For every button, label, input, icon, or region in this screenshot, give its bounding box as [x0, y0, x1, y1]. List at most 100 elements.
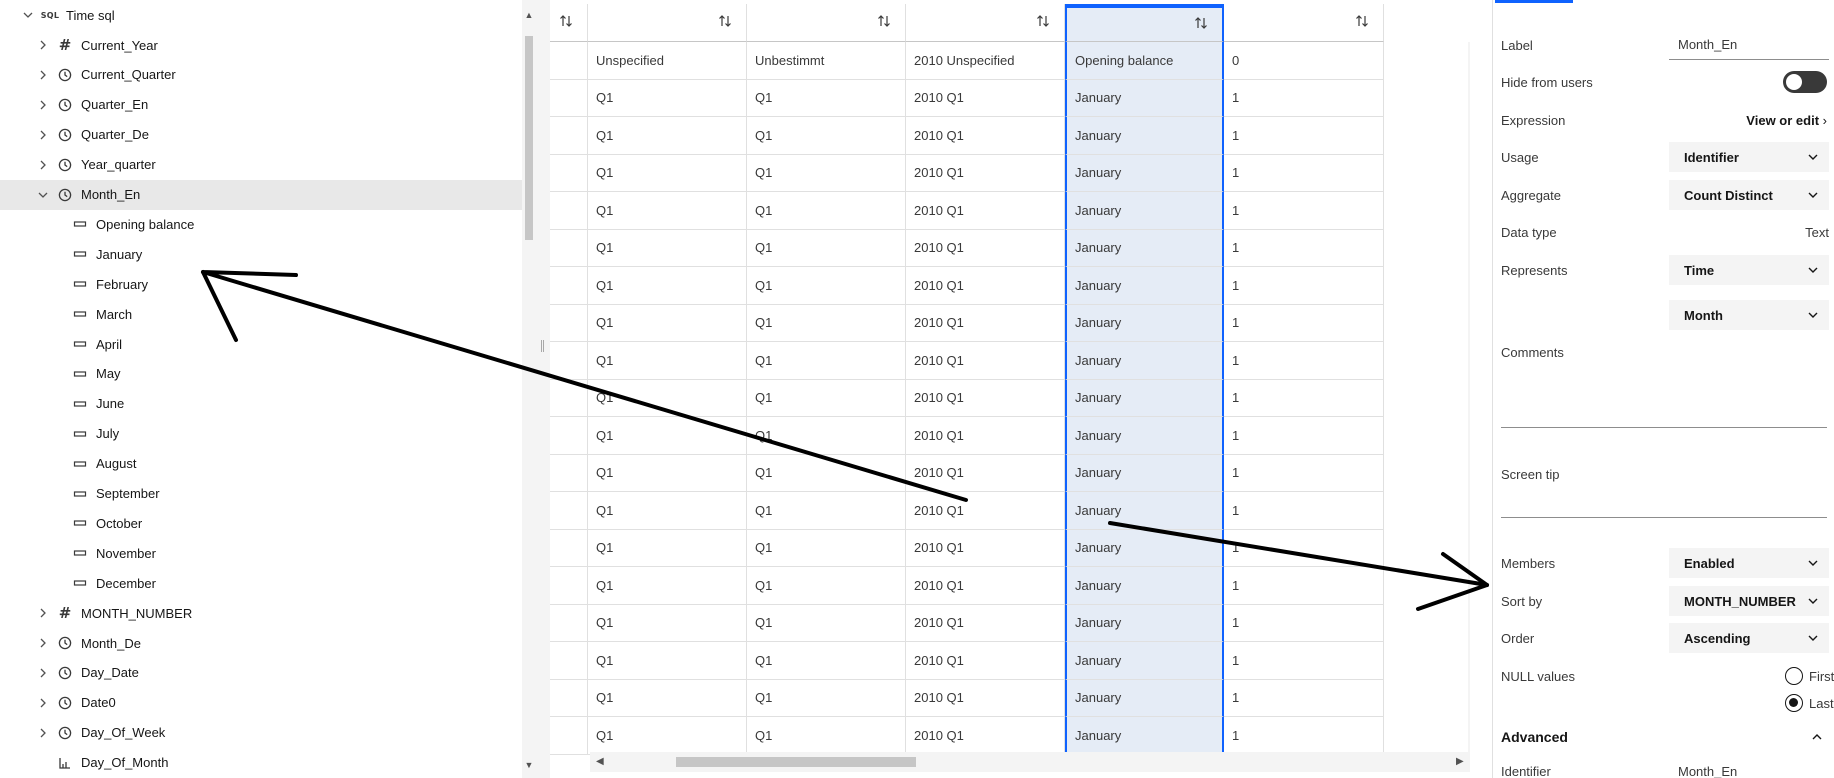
table-row[interactable]: Q1 Q1 2010 Q1 January 1	[550, 342, 1470, 380]
table-row[interactable]: Q1 Q1 2010 Q1 January 1	[550, 642, 1470, 680]
table-cell[interactable]: January	[1065, 717, 1224, 755]
table-cell[interactable]: 2010 Q1	[906, 679, 1065, 717]
nulls-first-radio[interactable]	[1785, 667, 1803, 685]
table-cell[interactable]: 2010 Q1	[906, 492, 1065, 530]
sort-icon[interactable]	[718, 14, 732, 31]
table-cell[interactable]: January	[1065, 117, 1224, 155]
column-header-3[interactable]	[906, 4, 1065, 42]
table-cell[interactable]: 1	[1224, 79, 1384, 117]
order-select[interactable]: Ascending	[1669, 623, 1829, 653]
table-cell[interactable]	[550, 492, 588, 530]
table-row[interactable]: Q1 Q1 2010 Q1 January 1	[550, 267, 1470, 305]
table-cell[interactable]: Q1	[588, 567, 747, 605]
members-select[interactable]: Enabled	[1669, 548, 1829, 578]
table-cell[interactable]: 2010 Q1	[906, 154, 1065, 192]
table-cell[interactable]: 2010 Q1	[906, 529, 1065, 567]
table-cell[interactable]: January	[1065, 229, 1224, 267]
splitter-grip-icon[interactable]	[541, 340, 544, 352]
table-cell[interactable]: 1	[1224, 267, 1384, 305]
table-cell[interactable]: January	[1065, 304, 1224, 342]
table-cell[interactable]: January	[1065, 454, 1224, 492]
table-cell[interactable]	[550, 304, 588, 342]
table-cell[interactable]: 1	[1224, 604, 1384, 642]
tree-item-day-date[interactable]: Day_Date	[0, 658, 522, 688]
table-cell[interactable]	[550, 79, 588, 117]
table-cell[interactable]: Q1	[588, 267, 747, 305]
table-cell[interactable]: Q1	[588, 679, 747, 717]
advanced-section-header[interactable]: Advanced	[1493, 722, 1834, 752]
table-cell[interactable]: 1	[1224, 154, 1384, 192]
table-cell[interactable]	[550, 679, 588, 717]
table-cell[interactable]: January	[1065, 267, 1224, 305]
table-row[interactable]: Q1 Q1 2010 Q1 January 1	[550, 492, 1470, 530]
table-cell[interactable]: 1	[1224, 679, 1384, 717]
tree-item-quarter-en[interactable]: Quarter_En	[0, 90, 522, 120]
chevron-right-icon[interactable]	[35, 725, 51, 741]
tree-item-year-quarter[interactable]: Year_quarter	[0, 150, 522, 180]
grid-vertical-scrollbar[interactable]	[1468, 42, 1470, 754]
table-cell[interactable]: 1	[1224, 454, 1384, 492]
label-input[interactable]: Month_En	[1669, 30, 1829, 60]
table-cell[interactable]: 1	[1224, 192, 1384, 230]
screentip-textarea[interactable]	[1501, 517, 1827, 518]
table-cell[interactable]: Q1	[747, 229, 906, 267]
table-row[interactable]: Q1 Q1 2010 Q1 January 1	[550, 679, 1470, 717]
tree-item-day-of-week[interactable]: Day_Of_Week	[0, 718, 522, 748]
table-cell[interactable]: 2010 Q1	[906, 604, 1065, 642]
sort-icon[interactable]	[559, 14, 573, 31]
column-header-1[interactable]	[588, 4, 747, 42]
table-cell[interactable]: Q1	[588, 154, 747, 192]
table-row[interactable]: Q1 Q1 2010 Q1 January 1	[550, 79, 1470, 117]
tree-member-april[interactable]: April	[0, 329, 522, 359]
scroll-right-arrow-icon[interactable]: ▶	[1456, 756, 1464, 767]
table-cell[interactable]: 1	[1224, 492, 1384, 530]
tree-item-current-year[interactable]: # Current_Year	[0, 30, 522, 60]
table-cell[interactable]: 1	[1224, 342, 1384, 380]
table-cell[interactable]	[550, 567, 588, 605]
table-cell[interactable]: Q1	[588, 229, 747, 267]
table-cell[interactable]: January	[1065, 379, 1224, 417]
table-cell[interactable]: Opening balance	[1065, 42, 1224, 80]
table-cell[interactable]: Q1	[588, 454, 747, 492]
tree-item-day-of-month[interactable]: Day_Of_Month	[0, 748, 522, 778]
table-cell[interactable]	[550, 529, 588, 567]
table-cell[interactable]: January	[1065, 529, 1224, 567]
table-cell[interactable]: Q1	[747, 154, 906, 192]
nulls-last-radio[interactable]	[1785, 694, 1803, 712]
chevron-right-icon[interactable]	[35, 635, 51, 651]
table-row[interactable]: Q1 Q1 2010 Q1 January 1	[550, 154, 1470, 192]
table-cell[interactable]: 2010 Q1	[906, 304, 1065, 342]
scroll-up-arrow-icon[interactable]: ▲	[524, 10, 534, 20]
table-cell[interactable]	[550, 642, 588, 680]
table-cell[interactable]: Q1	[747, 454, 906, 492]
tree-member-february[interactable]: February	[0, 269, 522, 299]
table-cell[interactable]: 0	[1224, 42, 1384, 80]
table-cell[interactable]: Q1	[588, 492, 747, 530]
table-cell[interactable]: Q1	[588, 529, 747, 567]
chevron-down-icon[interactable]	[35, 187, 51, 203]
tree-member-may[interactable]: May	[0, 359, 522, 389]
column-header-2[interactable]	[747, 4, 906, 42]
table-cell[interactable]	[550, 117, 588, 155]
table-cell[interactable]: Q1	[747, 304, 906, 342]
table-cell[interactable]: Q1	[747, 567, 906, 605]
table-row[interactable]: Q1 Q1 2010 Q1 January 1	[550, 192, 1470, 230]
sort-icon[interactable]	[1036, 14, 1050, 31]
table-cell[interactable]: Q1	[588, 342, 747, 380]
tree-member-august[interactable]: August	[0, 449, 522, 479]
table-cell[interactable]: 1	[1224, 567, 1384, 605]
table-cell[interactable]	[550, 379, 588, 417]
chevron-down-icon[interactable]	[20, 7, 36, 23]
table-cell[interactable]: 2010 Q1	[906, 267, 1065, 305]
table-cell[interactable]	[550, 229, 588, 267]
table-row[interactable]: Q1 Q1 2010 Q1 January 1	[550, 117, 1470, 155]
table-cell[interactable]: January	[1065, 192, 1224, 230]
aggregate-select[interactable]: Count Distinct	[1669, 180, 1829, 210]
sort-icon[interactable]	[877, 14, 891, 31]
table-cell[interactable]: Q1	[747, 679, 906, 717]
tree-item-month-number[interactable]: # MONTH_NUMBER	[0, 598, 522, 628]
tree-item-quarter-de[interactable]: Quarter_De	[0, 120, 522, 150]
tree-scrollbar-thumb[interactable]	[525, 36, 533, 240]
tree-item-month-de[interactable]: Month_De	[0, 628, 522, 658]
table-cell[interactable]: 2010 Unspecified	[906, 42, 1065, 80]
